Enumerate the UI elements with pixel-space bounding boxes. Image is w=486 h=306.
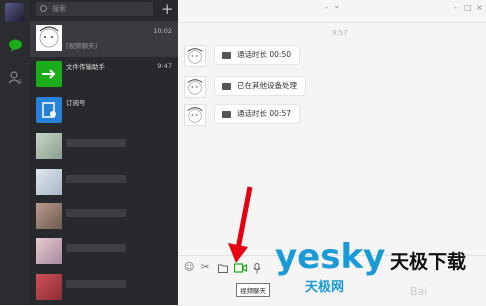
chat-name: 文件传输助手 [66, 63, 105, 71]
emoji-icon[interactable]: ☺ [184, 262, 194, 273]
chat-item[interactable]: 订阅号 [30, 93, 178, 129]
message-bubble: 通话时长 00:57 [214, 104, 300, 124]
contact-avatar [36, 25, 62, 51]
video-call-icon [222, 52, 231, 59]
message: 通话时长 00:57 [184, 104, 384, 126]
chat-item[interactable]: [视频聊天] 10:02 [30, 21, 178, 57]
contact-avatar [36, 169, 62, 195]
message-text: 通话时长 00:50 [237, 50, 291, 59]
message-bubble: 已在其他设备处理 [214, 76, 306, 96]
chat-item[interactable] [30, 129, 178, 165]
message-text: 已在其他设备处理 [237, 81, 297, 90]
contact-avatar [36, 203, 62, 229]
nav-sidebar: S [0, 0, 30, 305]
contacts-icon[interactable]: S [8, 70, 23, 85]
title-bar: - ⌄ - □ × [178, 0, 486, 22]
chat-item[interactable] [30, 199, 178, 235]
watermark-cn: 天极网 [305, 280, 345, 295]
blurred-name [66, 175, 126, 183]
contact-avatar [36, 274, 62, 300]
video-call-icon [222, 111, 231, 118]
divider [178, 22, 486, 23]
watermark-tagline: 天极下载 [390, 251, 467, 273]
message-bubble: 通话时长 00:50 [214, 45, 300, 65]
close-button[interactable]: × [476, 3, 483, 12]
file-transfer-icon [36, 61, 62, 87]
tooltip: 视频聊天 [236, 283, 270, 297]
annotation-arrow [228, 186, 253, 263]
contact-avatar [184, 45, 206, 67]
contact-avatar [36, 133, 62, 159]
contact-avatar [36, 238, 62, 264]
blurred-name [66, 139, 126, 147]
contact-avatar [184, 76, 206, 98]
chat-time: 10:02 [153, 27, 172, 35]
minimize-button[interactable]: - [325, 3, 328, 12]
message-timestamp: 9:57 [332, 29, 348, 37]
watermark-logo: yesky [275, 237, 386, 277]
subscription-icon [36, 97, 62, 123]
svg-text:S: S [18, 79, 22, 85]
folder-icon[interactable] [218, 264, 228, 273]
message: 通话时长 00:50 [184, 45, 384, 67]
video-call-icon [222, 83, 231, 90]
minimize-window-button[interactable]: - [454, 3, 457, 12]
chat-icon[interactable] [8, 38, 23, 53]
blurred-name [66, 209, 126, 217]
message-text: 通话时长 00:57 [237, 109, 291, 118]
chat-item[interactable] [30, 165, 178, 201]
contact-avatar [184, 104, 206, 126]
avatar[interactable] [5, 3, 24, 22]
chevron-down-icon[interactable]: ⌄ [333, 1, 341, 11]
scissors-icon[interactable]: ✂ [201, 262, 209, 273]
chat-name: 订阅号 [66, 99, 86, 107]
add-button[interactable]: + [161, 0, 174, 18]
chat-item[interactable]: 文件传输助手 9:47 [30, 57, 178, 93]
blurred-name [66, 244, 126, 252]
maximize-button[interactable]: □ [464, 3, 472, 12]
search-icon [40, 5, 47, 12]
microphone-icon[interactable] [253, 263, 261, 274]
baidu-watermark: Bai [410, 285, 428, 298]
chat-item[interactable] [30, 270, 178, 306]
chat-preview: [视频聊天] [66, 42, 98, 50]
search-input[interactable]: 搜索 [36, 2, 153, 16]
blurred-name [66, 280, 126, 288]
chat-item[interactable] [30, 234, 178, 270]
chat-time: 9:47 [157, 62, 172, 70]
message: 已在其他设备处理 [184, 76, 384, 98]
